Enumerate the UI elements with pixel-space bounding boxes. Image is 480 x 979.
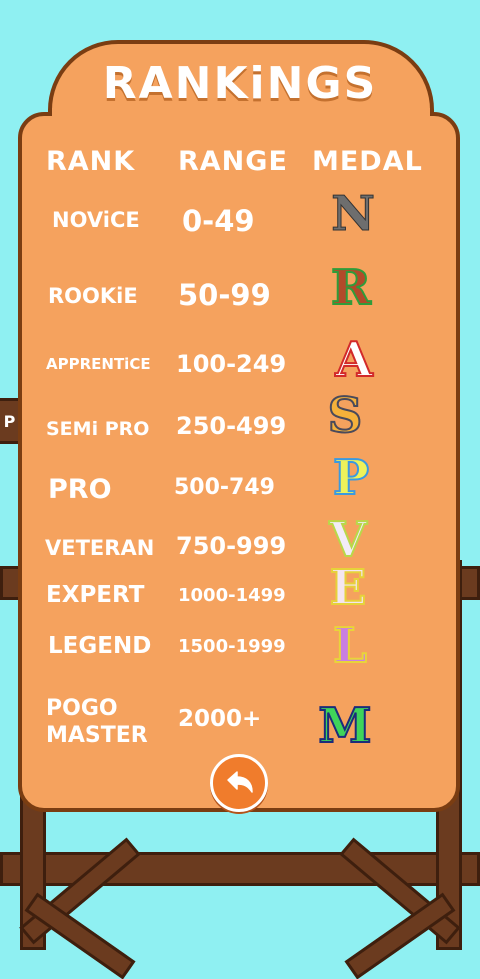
side-tab-label: P — [3, 411, 16, 431]
rank-label: LEGEND — [48, 633, 152, 659]
range-value: 1000-1499 — [178, 585, 286, 606]
range-value: 2000+ — [178, 706, 262, 732]
medal-pro: P — [332, 450, 370, 506]
back-button[interactable] — [210, 754, 268, 812]
rank-label: POGO MASTER — [46, 696, 148, 748]
rank-label: NOViCE — [52, 208, 140, 232]
scaffold-beam-bottom — [0, 852, 480, 886]
medal-pogo-master: M — [317, 698, 372, 754]
range-value: 500-749 — [174, 475, 275, 500]
medal-novice: N — [331, 186, 376, 242]
range-value: 100-249 — [176, 350, 287, 378]
undo-arrow-icon — [227, 771, 253, 793]
medal-veteran: V — [328, 512, 367, 568]
rank-label: ROOKiE — [48, 284, 138, 308]
sign-board-joint — [52, 108, 430, 128]
column-header-rank: RANK — [46, 146, 136, 177]
range-value: 50-99 — [178, 278, 271, 312]
rank-label: EXPERT — [46, 582, 145, 608]
range-value: 0-49 — [182, 204, 255, 238]
column-header-medal: MEDAL — [312, 146, 423, 177]
range-value: 250-499 — [176, 412, 287, 440]
range-value: 1500-1999 — [178, 636, 286, 657]
rank-label: PRO — [48, 474, 112, 505]
column-header-range: RANGE — [178, 146, 288, 177]
rank-label: VETERAN — [45, 536, 155, 560]
page-title: RANKiNGS — [102, 58, 378, 109]
medal-rookie: R — [330, 260, 372, 316]
range-value: 750-999 — [176, 532, 287, 560]
medal-semi-pro: S — [327, 388, 364, 444]
rank-label: SEMi PRO — [46, 418, 150, 440]
rank-label: APPRENTiCE — [46, 355, 151, 373]
medal-expert: E — [329, 560, 368, 616]
medal-apprentice: A — [334, 332, 373, 388]
medal-legend: L — [332, 618, 368, 674]
